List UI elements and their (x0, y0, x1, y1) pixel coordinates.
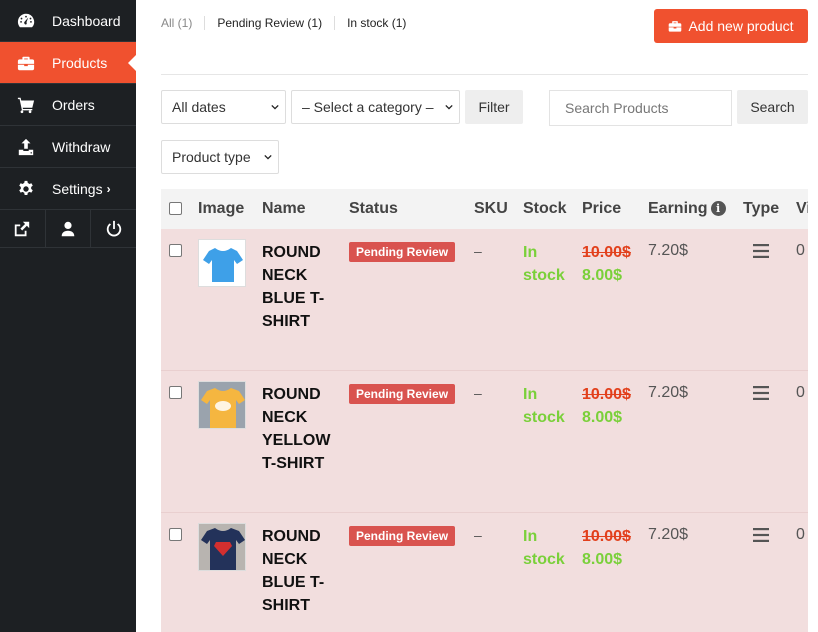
row-checkbox[interactable] (169, 528, 182, 541)
tab-pending-review[interactable]: Pending Review (1) (204, 16, 334, 30)
column-header-earning: Earning i (648, 200, 726, 218)
regular-price: 10.00$ (582, 386, 631, 403)
add-new-product-button[interactable]: Add new product (654, 9, 808, 43)
user-icon (61, 221, 75, 236)
column-header-views: Vi (796, 200, 808, 217)
status-badge: Pending Review (349, 242, 456, 262)
thumb-shirt (203, 248, 243, 282)
briefcase-icon (669, 21, 682, 32)
chevron-right-icon: › (106, 181, 111, 196)
visit-store-button[interactable] (0, 210, 46, 247)
earning-value: 7.20$ (648, 384, 689, 401)
row-checkbox[interactable] (169, 244, 182, 257)
search-button[interactable]: Search (737, 90, 808, 124)
product-type-select[interactable]: Product type (161, 140, 279, 174)
table-header: Image Name Status SKU Stock Price Earnin… (161, 189, 808, 229)
sale-price: 8.00$ (582, 551, 623, 568)
sidebar-item-label: Products (52, 54, 108, 71)
views-value: 0 (796, 242, 805, 259)
logout-button[interactable] (91, 210, 136, 247)
menu-lines-icon (753, 528, 769, 542)
info-icon[interactable]: i (710, 201, 726, 216)
column-header-sku[interactable]: SKU (474, 200, 508, 218)
earning-label: Earning (648, 200, 708, 217)
sidebar-item-label: Withdraw (52, 138, 111, 155)
sidebar-item-withdraw[interactable]: Withdraw (0, 126, 136, 168)
menu-lines-icon (753, 386, 769, 400)
tshirt-icon (203, 248, 243, 282)
sidebar-footer (0, 210, 136, 248)
sidebar: Dashboard Products Orders Withdraw Setti… (0, 0, 137, 632)
category-filter-select[interactable]: – Select a category – (291, 90, 460, 124)
column-header-image: Image (198, 200, 245, 217)
stock-status: In stock (523, 528, 565, 568)
table-row: ROUND NECK BLUE T-SHIRT Pending Review –… (161, 513, 808, 632)
table-row: ROUND NECK BLUE T-SHIRT Pending Review –… (161, 229, 808, 371)
earning-value: 7.20$ (648, 242, 689, 259)
search-products-input[interactable]: Search Products (549, 90, 732, 126)
column-header-name[interactable]: Name (262, 200, 306, 218)
menu-lines-icon (753, 244, 769, 258)
divider (161, 74, 808, 75)
gear-icon (0, 180, 52, 198)
cart-icon (0, 96, 52, 114)
product-name-link[interactable]: ROUND NECK YELLOW T-SHIRT (262, 383, 337, 475)
product-thumbnail[interactable] (198, 381, 246, 429)
regular-price: 10.00$ (582, 244, 631, 261)
sidebar-item-label: Dashboard (52, 12, 121, 29)
views-value: 0 (796, 526, 805, 543)
product-name-link[interactable]: ROUND NECK BLUE T-SHIRT (262, 241, 337, 333)
tshirt-icon (199, 382, 245, 428)
sidebar-item-dashboard[interactable]: Dashboard (0, 0, 136, 42)
tab-in-stock[interactable]: In stock (1) (334, 16, 418, 30)
sku-value: – (474, 385, 482, 401)
profile-button[interactable] (46, 210, 92, 247)
sale-price: 8.00$ (582, 267, 623, 284)
product-name-link[interactable]: ROUND NECK BLUE T-SHIRT (262, 525, 337, 617)
column-header-price[interactable]: Price (582, 200, 621, 218)
stock-status: In stock (523, 244, 565, 284)
briefcase-icon (0, 54, 52, 72)
sale-price: 8.00$ (582, 409, 623, 426)
status-badge: Pending Review (349, 526, 456, 546)
table-row: ROUND NECK YELLOW T-SHIRT Pending Review… (161, 371, 808, 513)
tshirt-icon (199, 524, 245, 570)
external-link-icon (15, 221, 30, 236)
sidebar-item-label: Settings (52, 180, 103, 197)
product-thumbnail[interactable] (198, 239, 246, 287)
status-filter-tabs: All (1) Pending Review (1) In stock (1) (161, 16, 418, 30)
chevron-down-icon (445, 104, 453, 110)
date-filter-select[interactable]: All dates (161, 90, 286, 124)
date-filter-value: All dates (172, 99, 226, 115)
sku-value: – (474, 527, 482, 543)
chevron-down-icon (264, 154, 272, 160)
select-all-checkbox[interactable] (169, 202, 182, 215)
product-thumbnail[interactable] (198, 523, 246, 571)
add-new-product-label: Add new product (688, 18, 794, 34)
sidebar-item-settings[interactable]: Settings › (0, 168, 136, 210)
views-value: 0 (796, 384, 805, 401)
main-content: All (1) Pending Review (1) In stock (1) … (161, 0, 808, 632)
sidebar-item-label: Orders (52, 96, 95, 113)
column-header-stock: Stock (523, 200, 567, 217)
sidebar-item-orders[interactable]: Orders (0, 84, 136, 126)
status-badge: Pending Review (349, 384, 456, 404)
chevron-down-icon (271, 104, 279, 110)
regular-price: 10.00$ (582, 528, 631, 545)
filter-button[interactable]: Filter (465, 90, 523, 124)
column-header-status: Status (349, 200, 398, 217)
category-filter-value: – Select a category – (302, 99, 434, 115)
earning-value: 7.20$ (648, 526, 689, 543)
upload-icon (0, 138, 52, 156)
sku-value: – (474, 243, 482, 259)
products-table: Image Name Status SKU Stock Price Earnin… (161, 189, 808, 632)
tab-all[interactable]: All (1) (161, 16, 204, 30)
gauge-icon (0, 12, 52, 30)
power-icon (106, 220, 121, 236)
column-header-type: Type (743, 200, 780, 217)
product-type-value: Product type (172, 149, 251, 165)
sidebar-item-products[interactable]: Products (0, 42, 137, 84)
stock-status: In stock (523, 386, 565, 426)
row-checkbox[interactable] (169, 386, 182, 399)
